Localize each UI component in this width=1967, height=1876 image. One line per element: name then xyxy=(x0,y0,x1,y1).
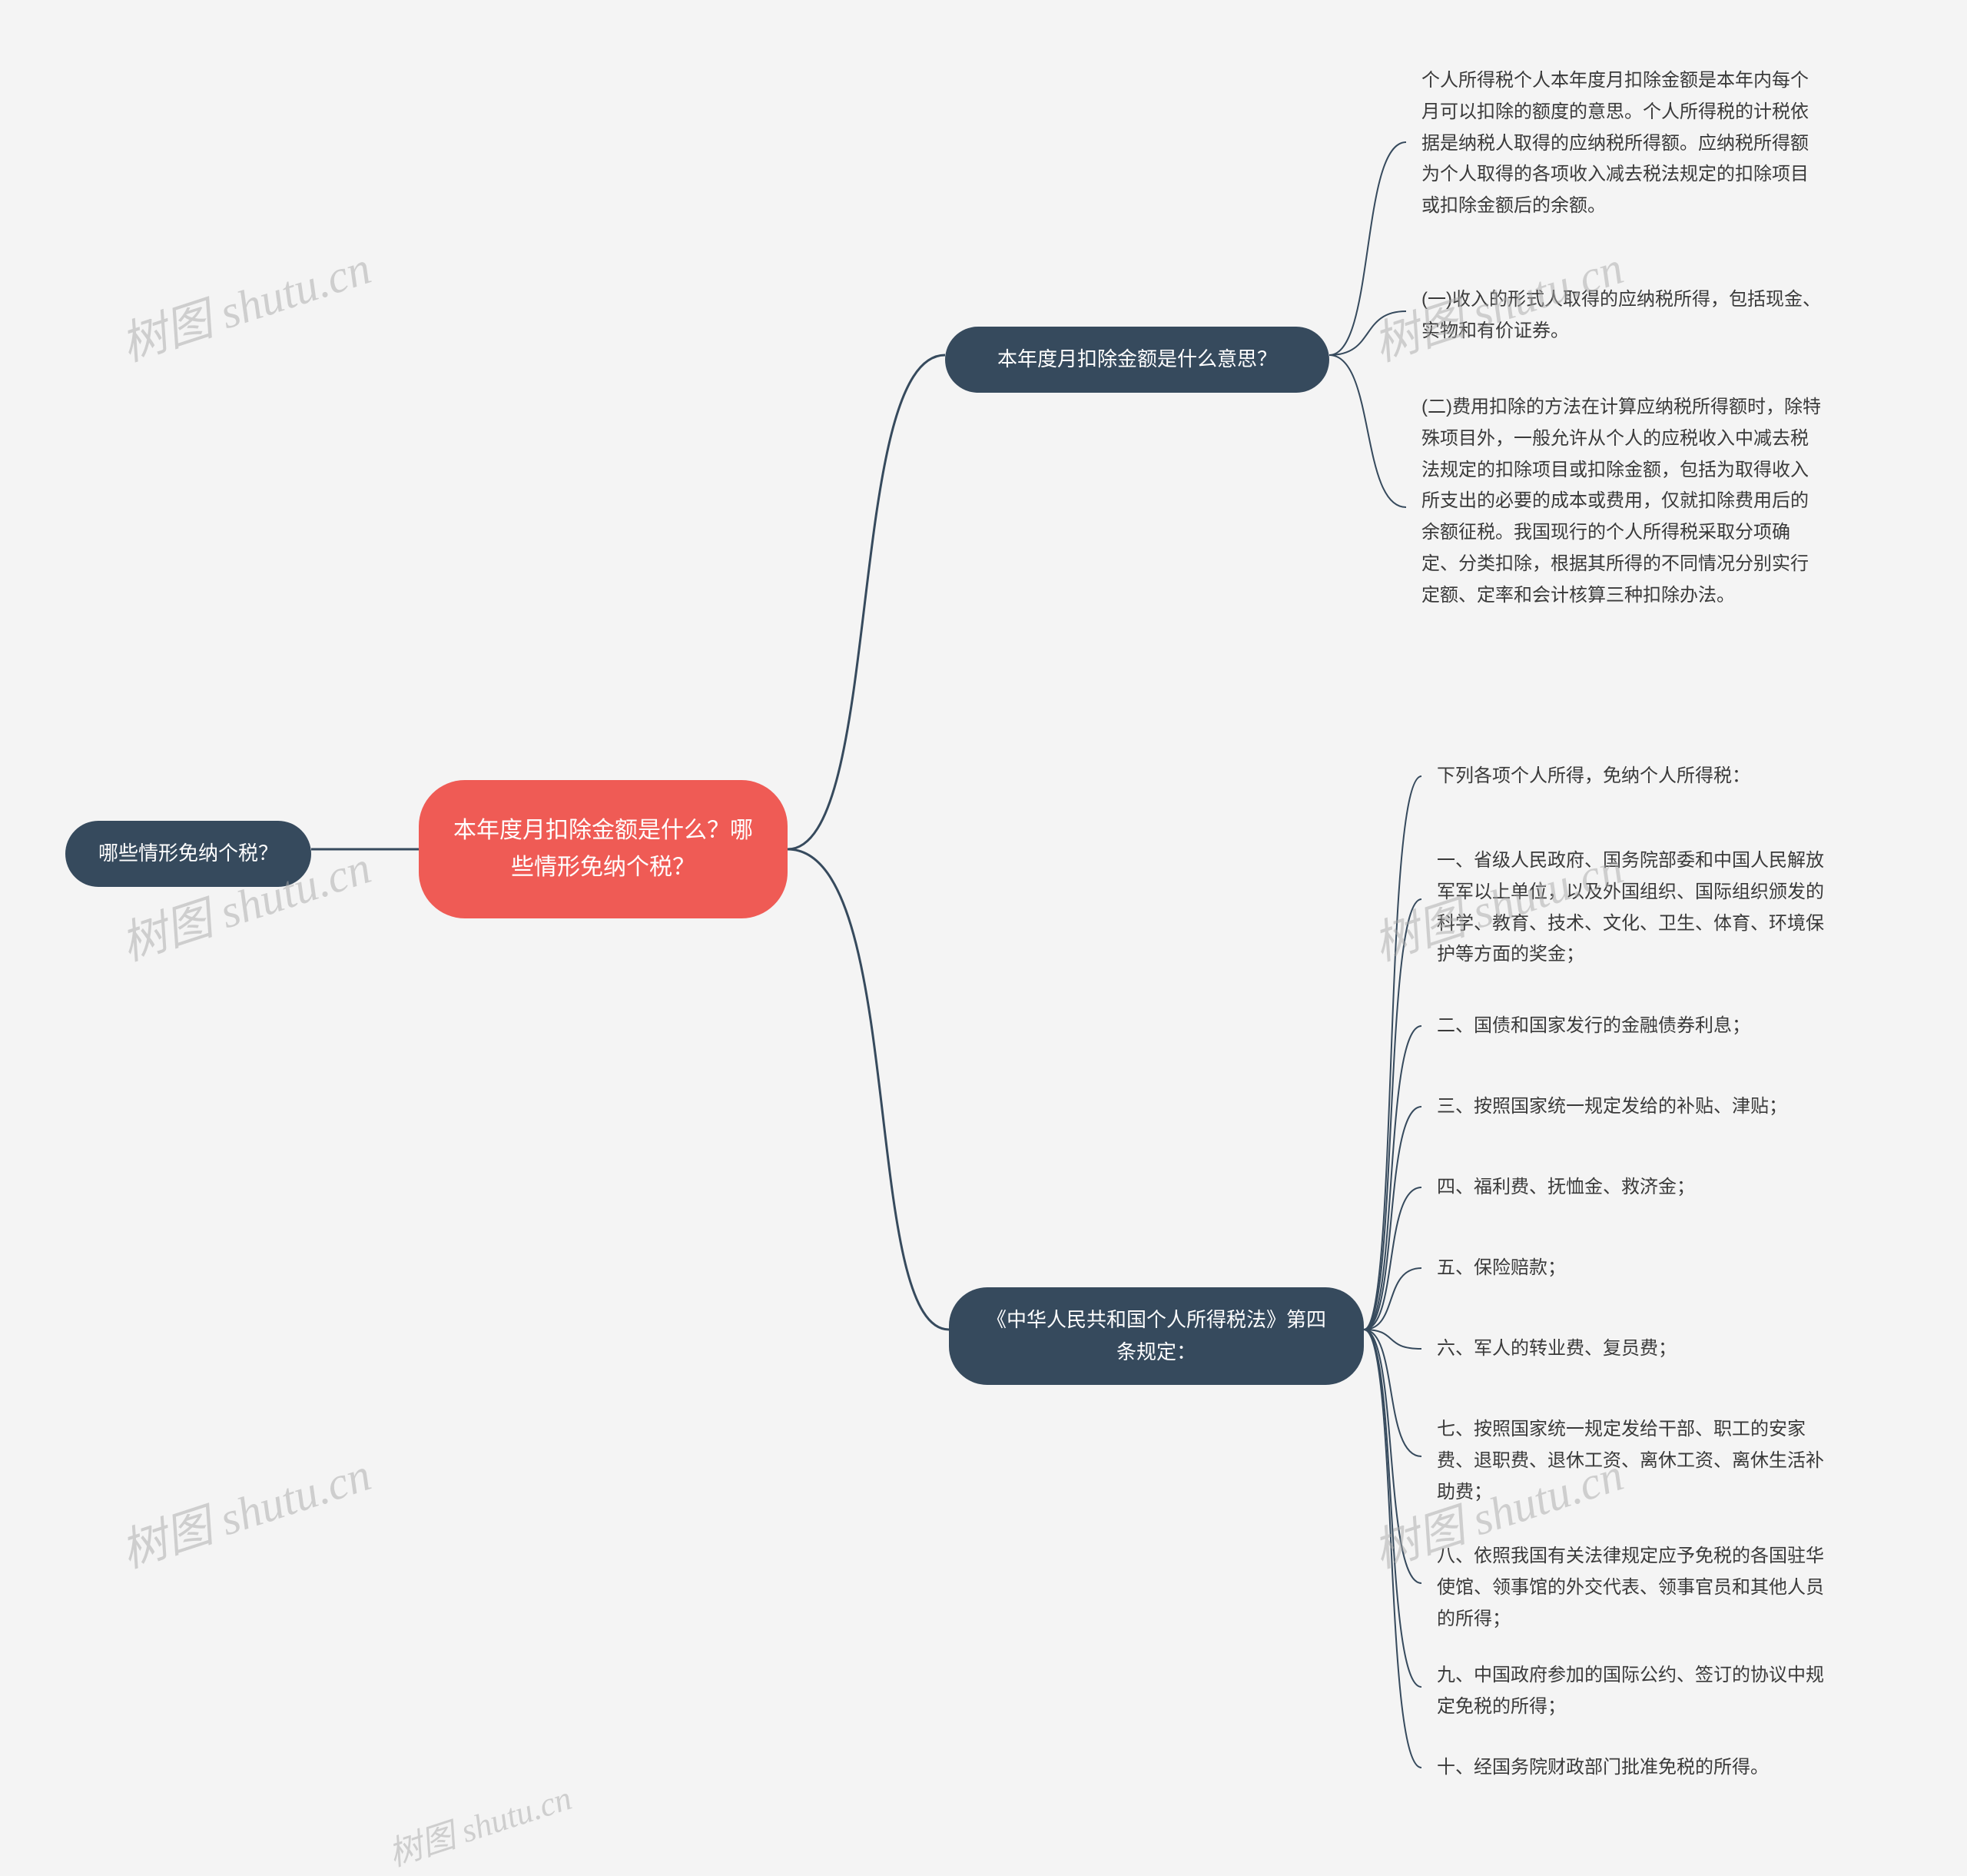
leaf-b2-2: 二、国债和国家发行的金融债券利息； xyxy=(1437,1011,1836,1042)
branch-q1-label: 本年度月扣除金额是什么意思？ xyxy=(997,344,1277,376)
watermark: 树图 shutu.cn xyxy=(111,1437,378,1581)
branch-left-label: 哪些情形免纳个税？ xyxy=(98,838,278,870)
leaf-b2-8: 八、依照我国有关法律规定应予免税的各国驻华使馆、领事馆的外交代表、领事官员和其他… xyxy=(1437,1541,1836,1635)
root-title: 本年度月扣除金额是什么？哪些情形免纳个税？ xyxy=(449,812,757,886)
root-node[interactable]: 本年度月扣除金额是什么？哪些情形免纳个税？ xyxy=(419,780,788,918)
branch-q1[interactable]: 本年度月扣除金额是什么意思？ xyxy=(945,327,1329,393)
leaf-b2-0: 下列各项个人所得，免纳个人所得税： xyxy=(1437,761,1836,792)
leaf-b2-6: 六、军人的转业费、复员费； xyxy=(1437,1333,1836,1365)
leaf-b2-4: 四、福利费、抚恤金、救济金； xyxy=(1437,1172,1836,1204)
branch-left[interactable]: 哪些情形免纳个税？ xyxy=(65,821,311,887)
leaf-b2-10: 十、经国务院财政部门批准免税的所得。 xyxy=(1437,1752,1836,1784)
leaf-b2-5: 五、保险赔款； xyxy=(1437,1253,1836,1284)
leaf-b2-9: 九、中国政府参加的国际公约、签订的协议中规定免税的所得； xyxy=(1437,1660,1836,1723)
leaf-b2-3: 三、按照国家统一规定发给的补贴、津贴； xyxy=(1437,1091,1836,1123)
leaf-b1-1: (一)收入的形式人取得的应纳税所得，包括现金、实物和有价证券。 xyxy=(1421,284,1821,347)
leaf-b2-7: 七、按照国家统一规定发给干部、职工的安家费、退职费、退休工资、离休工资、离休生活… xyxy=(1437,1414,1836,1508)
branch-q2[interactable]: 《中华人民共和国个人所得税法》第四条规定： xyxy=(949,1287,1364,1385)
branch-q2-label: 《中华人民共和国个人所得税法》第四条规定： xyxy=(980,1304,1333,1368)
leaf-b1-2: (二)费用扣除的方法在计算应纳税所得额时，除特殊项目外，一般允许从个人的应税收入… xyxy=(1421,392,1821,612)
leaf-b1-0: 个人所得税个人本年度月扣除金额是本年内每个月可以扣除的额度的意思。个人所得税的计… xyxy=(1421,65,1821,222)
watermark: 树图 shutu.cn xyxy=(381,1770,577,1875)
watermark: 树图 shutu.cn xyxy=(111,231,378,374)
leaf-b2-1: 一、省级人民政府、国务院部委和中国人民解放军军以上单位，以及外国组织、国际组织颁… xyxy=(1437,845,1836,971)
